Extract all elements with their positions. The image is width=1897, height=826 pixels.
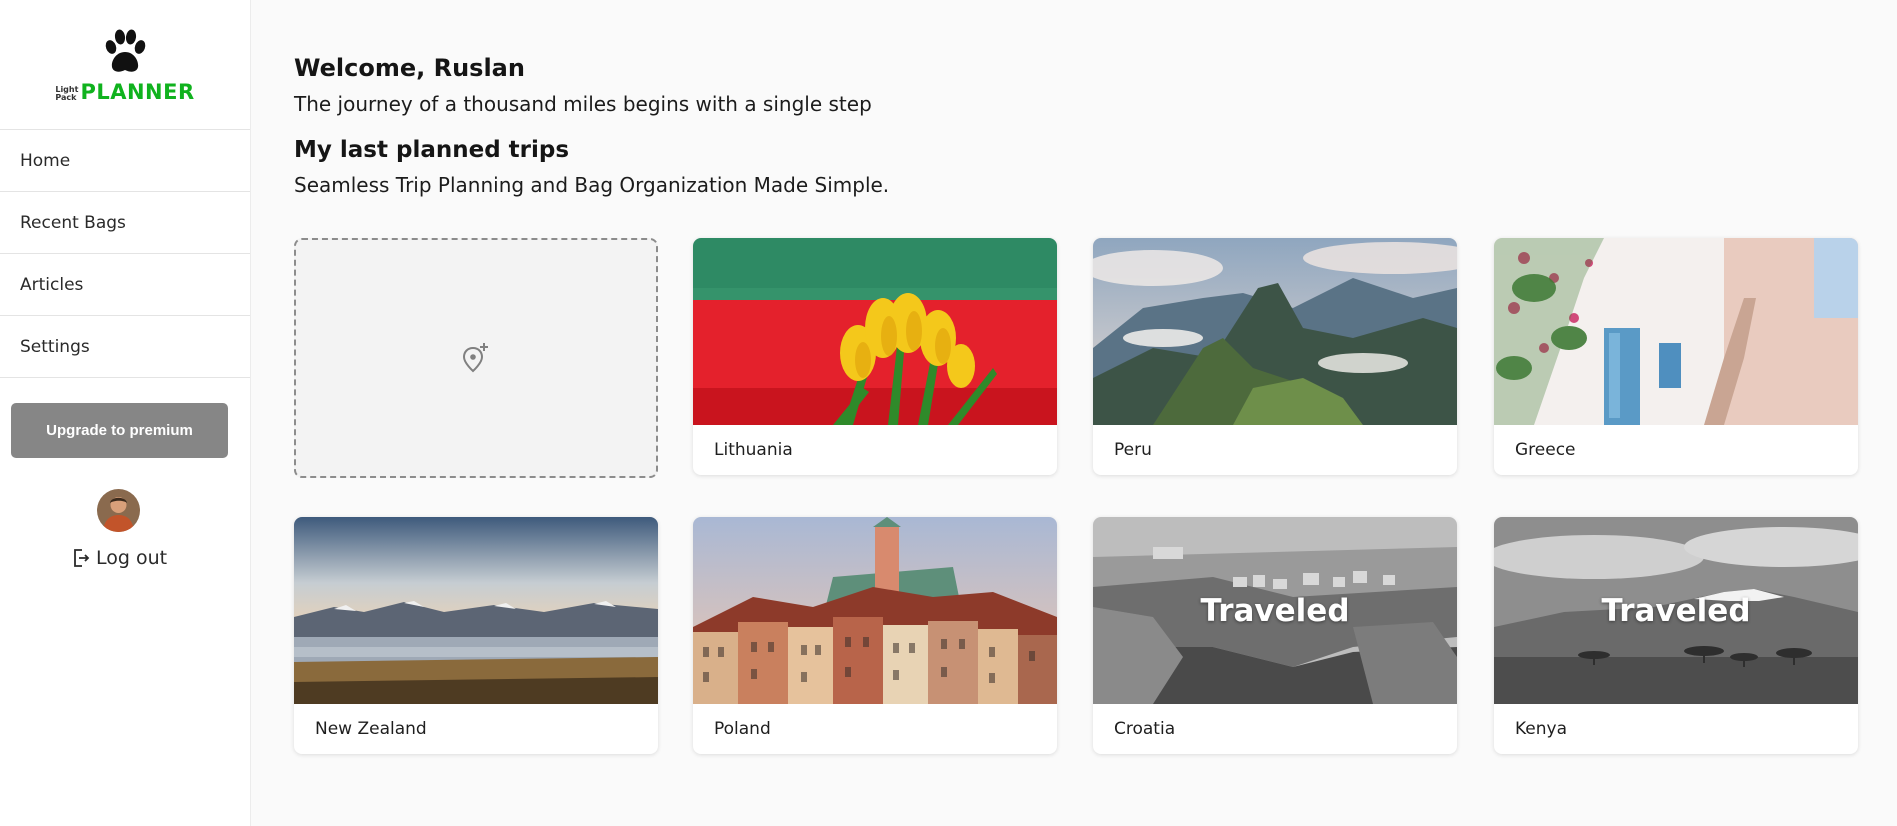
trip-name: Croatia bbox=[1114, 719, 1176, 739]
sidebar-item-recent-bags[interactable]: Recent Bags bbox=[0, 192, 250, 254]
sidebar-item-label: Settings bbox=[20, 336, 90, 357]
sidebar-nav: Home Recent Bags Articles Settings bbox=[0, 130, 250, 378]
trip-card-lithuania[interactable]: Lithuania bbox=[693, 238, 1057, 475]
trip-name: Greece bbox=[1515, 440, 1576, 460]
trips-subtitle: Seamless Trip Planning and Bag Organizat… bbox=[294, 173, 890, 197]
traveled-stamp: Traveled bbox=[1601, 592, 1751, 629]
trip-image-lithuania bbox=[693, 238, 1057, 425]
trip-card-poland[interactable]: Poland bbox=[693, 517, 1057, 754]
sidebar: Light Pack PLANNER Home Recent Bags Arti… bbox=[0, 0, 251, 826]
paw-logo-icon bbox=[105, 29, 146, 72]
trip-image-new-zealand bbox=[294, 517, 658, 704]
sidebar-item-home[interactable]: Home bbox=[0, 130, 250, 192]
trip-image-croatia: Traveled bbox=[1093, 517, 1457, 704]
sidebar-item-settings[interactable]: Settings bbox=[0, 316, 250, 378]
trip-card-peru[interactable]: Peru bbox=[1093, 238, 1457, 475]
welcome-heading: Welcome, Ruslan bbox=[294, 54, 525, 82]
trip-card-new-zealand[interactable]: New Zealand bbox=[294, 517, 658, 754]
trip-image-greece bbox=[1494, 238, 1858, 425]
trip-name: Poland bbox=[714, 719, 771, 739]
logo-wordmark: Light Pack PLANNER bbox=[55, 79, 195, 104]
logout-label: Log out bbox=[96, 547, 168, 569]
trip-card-kenya[interactable]: Traveled Kenya bbox=[1494, 517, 1858, 754]
avatar-image bbox=[97, 489, 140, 532]
welcome-quote: The journey of a thousand miles begins w… bbox=[294, 92, 872, 116]
logo-big-text: PLANNER bbox=[80, 79, 195, 104]
sidebar-item-label: Home bbox=[20, 150, 71, 171]
trip-image-poland bbox=[693, 517, 1057, 704]
add-trip-card[interactable] bbox=[294, 238, 658, 478]
trip-name: Peru bbox=[1114, 440, 1152, 460]
sidebar-item-articles[interactable]: Articles bbox=[0, 254, 250, 316]
upgrade-premium-button[interactable]: Upgrade to premium bbox=[11, 403, 228, 458]
traveled-stamp: Traveled bbox=[1200, 592, 1350, 629]
trip-image-kenya: Traveled bbox=[1494, 517, 1858, 704]
add-location-icon bbox=[462, 343, 488, 373]
logo-small-bottom: Pack bbox=[55, 92, 77, 102]
trip-name: Lithuania bbox=[714, 440, 793, 460]
sidebar-item-label: Articles bbox=[20, 274, 84, 295]
logout-button[interactable]: Log out bbox=[72, 547, 167, 569]
trip-name: New Zealand bbox=[315, 719, 427, 739]
trip-image-peru bbox=[1093, 238, 1457, 425]
logout-icon bbox=[74, 549, 90, 567]
trips-heading: My last planned trips bbox=[294, 137, 570, 163]
trip-card-greece[interactable]: Greece bbox=[1494, 238, 1858, 475]
avatar[interactable] bbox=[97, 489, 140, 532]
sidebar-item-label: Recent Bags bbox=[20, 212, 126, 233]
app-logo[interactable]: Light Pack PLANNER bbox=[0, 0, 250, 130]
trip-name: Kenya bbox=[1515, 719, 1568, 739]
trip-card-croatia[interactable]: Traveled Croatia bbox=[1093, 517, 1457, 754]
